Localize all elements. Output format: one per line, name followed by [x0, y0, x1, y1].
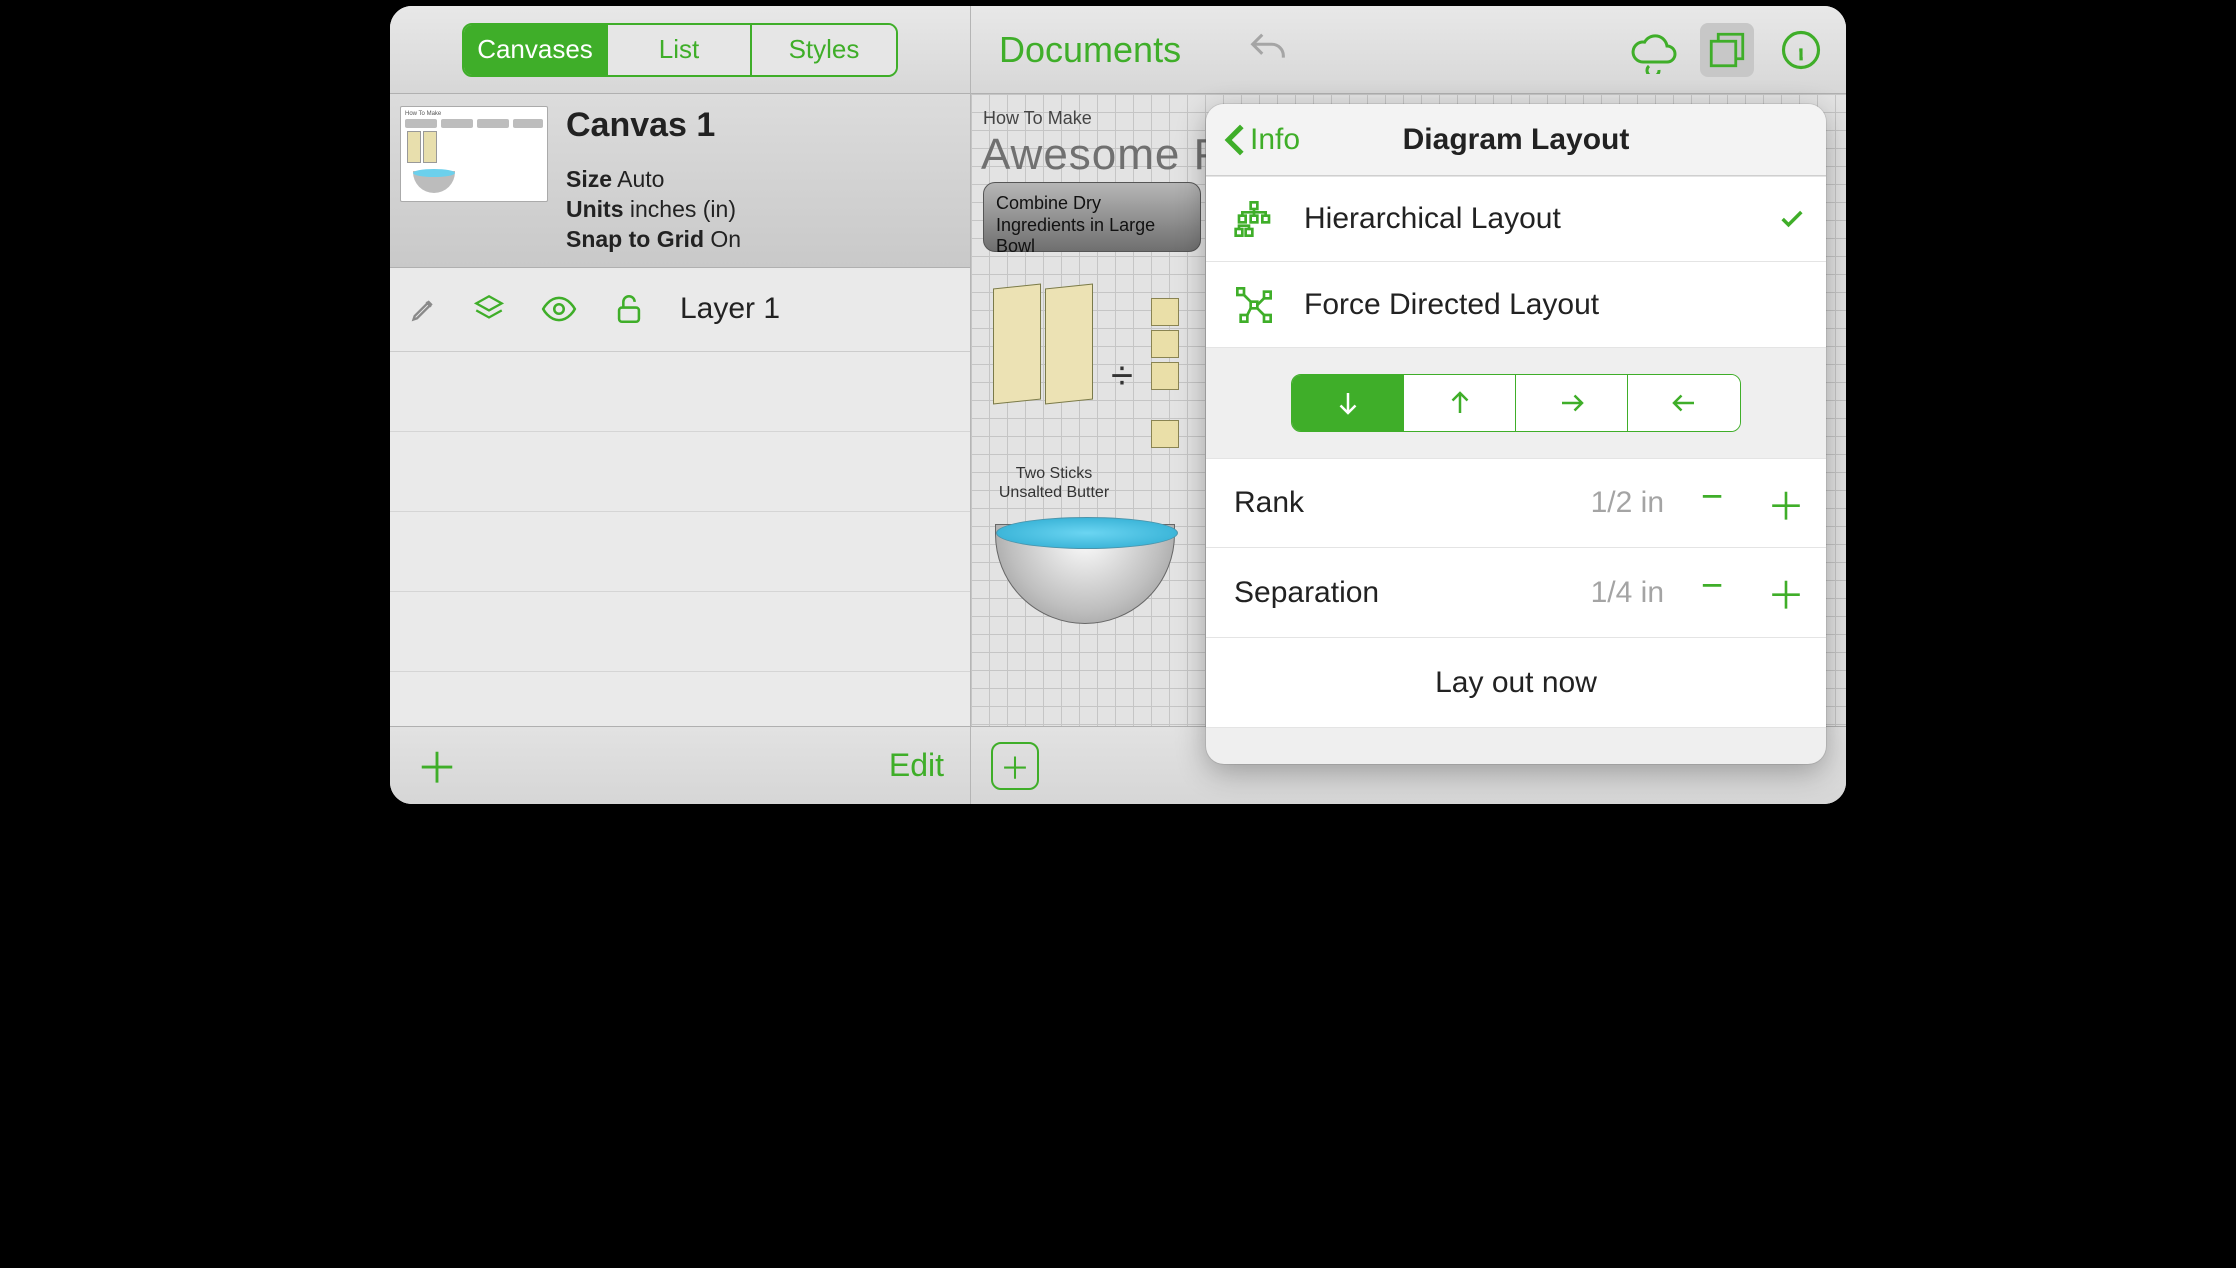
- lay-out-now-button[interactable]: Lay out now: [1206, 638, 1826, 728]
- force-directed-icon: [1234, 285, 1290, 325]
- canvas-size: Size Auto: [566, 165, 954, 195]
- direction-left[interactable]: [1628, 375, 1740, 431]
- sidebar: Canvases List Styles How To Make Canvas …: [390, 6, 971, 804]
- bowl-shape[interactable]: [995, 524, 1175, 624]
- segment-styles[interactable]: Styles: [752, 25, 896, 75]
- direction-segmented-control: [1291, 374, 1741, 432]
- undo-icon[interactable]: [1241, 23, 1295, 77]
- option-hierarchical[interactable]: Hierarchical Layout: [1206, 176, 1826, 262]
- back-label: Info: [1250, 123, 1300, 157]
- direction-up[interactable]: [1404, 375, 1516, 431]
- checkmark-icon: [1778, 205, 1806, 233]
- option-label: Force Directed Layout: [1304, 288, 1806, 322]
- canvas-row[interactable]: How To Make Canvas 1 Size Auto Units inc…: [390, 94, 970, 268]
- separation-label: Separation: [1234, 576, 1434, 610]
- empty-row: [390, 592, 970, 672]
- rank-value: 1/2 in: [1434, 486, 1664, 520]
- layer-row[interactable]: Layer 1: [390, 268, 970, 352]
- sidebar-footer: ＋ Edit: [390, 726, 970, 804]
- segment-list[interactable]: List: [608, 25, 752, 75]
- rank-increment[interactable]: ＋: [1766, 476, 1806, 531]
- segment-canvases[interactable]: Canvases: [464, 25, 608, 75]
- butter-shape[interactable]: [1045, 283, 1093, 404]
- option-force-directed[interactable]: Force Directed Layout: [1206, 262, 1826, 348]
- canvas-thumbnail: How To Make: [400, 106, 548, 202]
- unlock-icon[interactable]: [612, 292, 646, 326]
- rank-decrement[interactable]: −: [1692, 476, 1732, 531]
- sidebar-body: [390, 352, 970, 726]
- cube-group[interactable]: [1147, 294, 1183, 452]
- canvases-icon[interactable]: [1700, 23, 1754, 77]
- eye-icon[interactable]: [540, 290, 578, 328]
- empty-row: [390, 432, 970, 512]
- canvas-title: Canvas 1: [566, 106, 954, 145]
- direction-row: [1206, 348, 1826, 458]
- canvas-units: Units inches (in): [566, 195, 954, 225]
- spacing-group: Rank 1/2 in − ＋ Separation 1/4 in − ＋: [1206, 458, 1826, 638]
- hierarchical-icon: [1234, 199, 1290, 239]
- canvas-snap: Snap to Grid On: [566, 225, 954, 255]
- empty-row: [390, 672, 970, 726]
- empty-row: [390, 352, 970, 432]
- direction-right[interactable]: [1516, 375, 1628, 431]
- add-button[interactable]: ＋: [416, 735, 458, 796]
- edit-button[interactable]: Edit: [889, 747, 944, 784]
- app-window: Canvases List Styles How To Make Canvas …: [384, 0, 1852, 810]
- main-panel: Documents How To Make Awesome Pie Crust …: [971, 6, 1846, 804]
- popover-header: Info Diagram Layout: [1206, 104, 1826, 176]
- canvas-meta: Canvas 1 Size Auto Units inches (in) Sna…: [566, 106, 954, 255]
- divide-symbol: ÷: [1111, 354, 1133, 399]
- doc-subtitle: How To Make: [983, 108, 1092, 129]
- sidebar-segmented-control: Canvases List Styles: [462, 23, 898, 77]
- cloud-sync-icon[interactable]: [1626, 23, 1680, 77]
- layers-icon[interactable]: [472, 292, 506, 326]
- step-shape[interactable]: Combine Dry Ingredients in Large Bowl: [983, 182, 1201, 252]
- back-button[interactable]: Info: [1224, 123, 1300, 157]
- sidebar-toolbar: Canvases List Styles: [390, 6, 970, 94]
- layout-options: Hierarchical Layout Force Directed Layou…: [1206, 176, 1826, 348]
- option-label: Hierarchical Layout: [1304, 202, 1778, 236]
- separation-increment[interactable]: ＋: [1766, 565, 1806, 620]
- pencil-icon[interactable]: [410, 295, 438, 323]
- diagram-layout-popover: Info Diagram Layout Hierarchical Layout: [1206, 104, 1826, 764]
- separation-decrement[interactable]: −: [1692, 565, 1732, 620]
- butter-shape[interactable]: [993, 283, 1041, 404]
- layer-name: Layer 1: [680, 292, 780, 326]
- direction-down[interactable]: [1292, 375, 1404, 431]
- documents-button[interactable]: Documents: [999, 29, 1181, 71]
- caption-butter: Two SticksUnsalted Butter: [989, 464, 1119, 502]
- separation-row: Separation 1/4 in − ＋: [1206, 548, 1826, 638]
- separation-value: 1/4 in: [1434, 576, 1664, 610]
- add-shape-button[interactable]: ＋: [991, 742, 1039, 790]
- info-icon[interactable]: [1774, 23, 1828, 77]
- rank-stepper: − ＋: [1692, 476, 1806, 531]
- separation-stepper: − ＋: [1692, 565, 1806, 620]
- empty-row: [390, 512, 970, 592]
- main-toolbar: Documents: [971, 6, 1846, 94]
- rank-label: Rank: [1234, 486, 1434, 520]
- rank-row: Rank 1/2 in − ＋: [1206, 458, 1826, 548]
